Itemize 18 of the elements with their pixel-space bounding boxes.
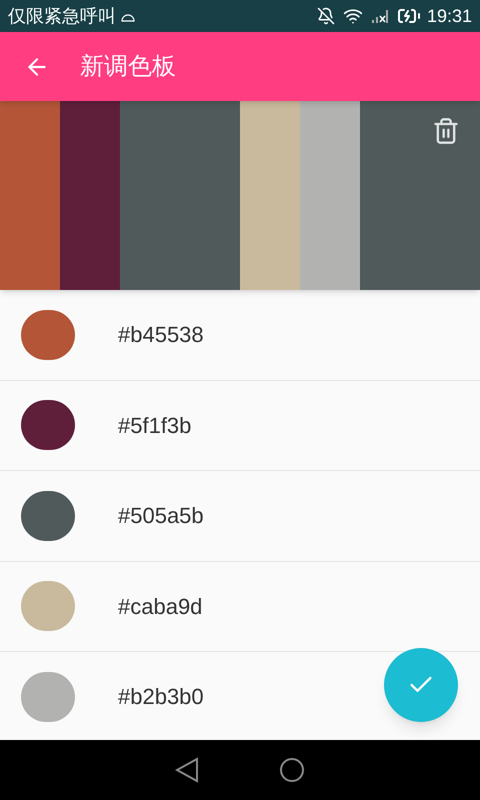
color-hex-text: #505a5b [118,502,204,530]
app-title: 新调色板 [80,52,176,82]
color-row[interactable]: #b45538 [0,290,480,380]
color-hex-text: #caba9d [118,592,202,621]
delete-button[interactable] [432,117,460,145]
color-row[interactable]: #5f1f3b [0,380,480,471]
color-hex-text: #b45538 [118,321,204,350]
clock-text: 19:31 [426,4,472,28]
carrier-text: 仅限紧急呼叫 [8,4,116,28]
color-hex-text: #5f1f3b [118,412,192,440]
color-row[interactable]: #505a5b [0,471,480,562]
color-hex-text: #b2b3b0 [118,683,204,712]
muted-bell-icon [316,7,335,25]
home-icon[interactable] [279,757,305,783]
color-row[interactable]: #caba9d [0,562,480,652]
back-icon[interactable] [175,757,199,783]
trash-icon [432,117,460,145]
signal-icon [370,8,389,24]
